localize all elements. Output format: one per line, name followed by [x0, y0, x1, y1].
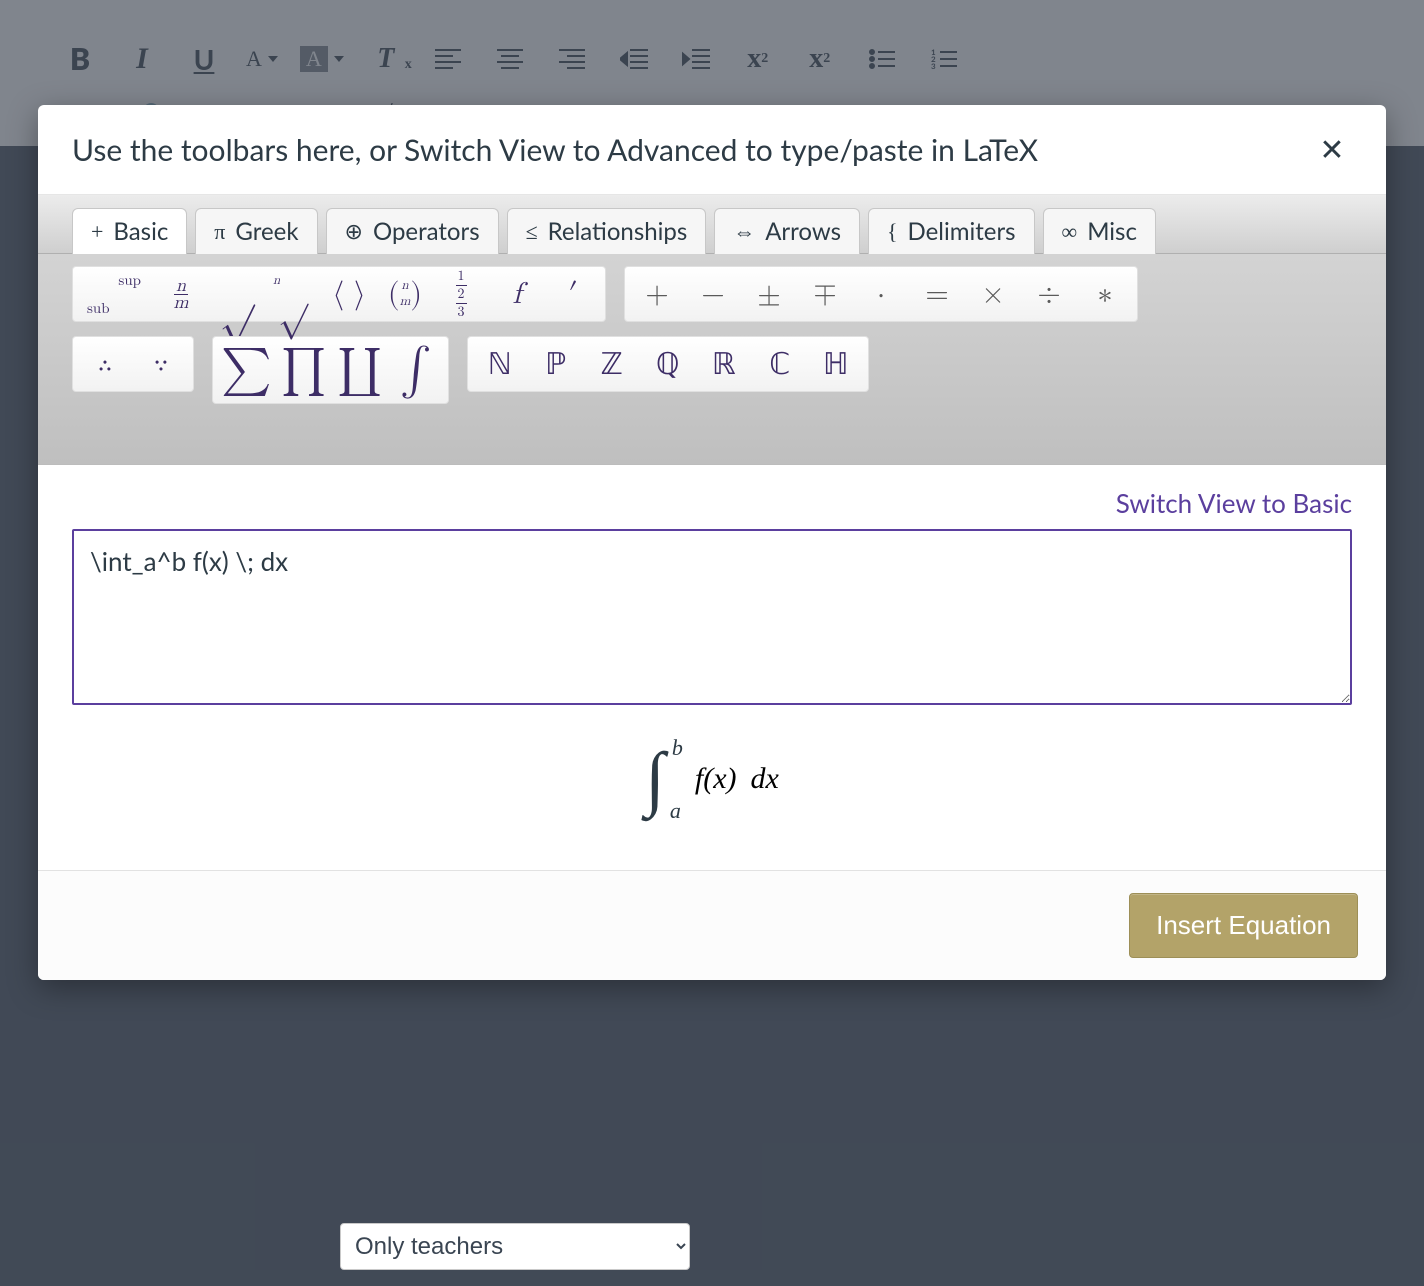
symbol-group-basic-structures: sup sub nm √ n√ ⟨ ⟩ (nm) 123 f ′ [72, 266, 606, 322]
nthroot-button[interactable]: n√ [269, 271, 317, 317]
stacked-fraction-button[interactable]: 123 [437, 271, 485, 317]
equation-editor-modal: Use the toolbars here, or Switch View to… [38, 105, 1386, 980]
integers-button[interactable]: ℤ [588, 341, 636, 387]
symbol-tabs: +Basic πGreek ⊕Operators ≤Relationships … [38, 195, 1386, 254]
symbol-group-big-operators: ∑ ∏ ∐ ∫ [212, 336, 449, 404]
close-icon[interactable]: ✕ [1312, 131, 1352, 168]
plusminus-button[interactable]: ± [745, 271, 793, 317]
integral-button[interactable]: ∫ [392, 347, 440, 393]
modal-title: Use the toolbars here, or Switch View to… [72, 132, 1038, 168]
prime-button[interactable]: ′ [549, 271, 597, 317]
equals-button[interactable]: = [913, 271, 961, 317]
minus-button[interactable]: − [689, 271, 737, 317]
visibility-select[interactable]: Only teachers [340, 1223, 690, 1270]
function-f-button[interactable]: f [493, 271, 541, 317]
preview-body: f(x) [695, 762, 737, 796]
subscript-superscript-button[interactable]: sup sub [81, 271, 149, 317]
minusplus-button[interactable]: ∓ [801, 271, 849, 317]
fraction-button[interactable]: nm [157, 271, 205, 317]
reals-button[interactable]: ℝ [700, 341, 748, 387]
times-button[interactable]: × [969, 271, 1017, 317]
angle-brackets-button[interactable]: ⟨ ⟩ [325, 271, 373, 317]
tab-misc[interactable]: ∞Misc [1043, 208, 1156, 254]
complex-button[interactable]: ℂ [756, 341, 804, 387]
sum-button[interactable]: ∑ [221, 347, 272, 393]
naturals-button[interactable]: ℕ [476, 341, 524, 387]
cdot-button[interactable]: · [857, 271, 905, 317]
tab-relationships[interactable]: ≤Relationships [507, 208, 707, 254]
tab-delimiters[interactable]: {Delimiters [868, 208, 1035, 254]
latex-input[interactable] [72, 529, 1352, 705]
rationals-button[interactable]: ℚ [644, 341, 692, 387]
primes-button[interactable]: ℙ [532, 341, 580, 387]
preview-dx: dx [751, 762, 779, 796]
quaternions-button[interactable]: ℍ [812, 341, 860, 387]
tab-basic[interactable]: +Basic [72, 208, 187, 254]
divide-button[interactable]: ÷ [1025, 271, 1073, 317]
sqrt-button[interactable]: √ [213, 271, 261, 317]
switch-view-link[interactable]: Switch View to Basic [72, 487, 1352, 519]
equation-preview: ∫ba f(x) dx [72, 709, 1352, 860]
coproduct-button[interactable]: ∐ [336, 347, 384, 393]
binomial-button[interactable]: (nm) [381, 271, 429, 317]
insert-equation-button[interactable]: Insert Equation [1129, 893, 1358, 958]
asterisk-button[interactable]: ∗ [1081, 271, 1129, 317]
symbol-group-blackboard: ℕ ℙ ℤ ℚ ℝ ℂ ℍ [467, 336, 869, 392]
tab-operators[interactable]: ⊕Operators [326, 208, 499, 254]
tab-greek[interactable]: πGreek [195, 208, 317, 254]
visibility-select-container: Only teachers [340, 1223, 690, 1270]
therefore-button[interactable]: ∴ [81, 341, 129, 387]
symbol-group-arithmetic: + − ± ∓ · = × ÷ ∗ [624, 266, 1138, 322]
symbol-group-therefore: ∴ ∵ [72, 336, 194, 392]
tab-arrows[interactable]: ⇔Arrows [714, 208, 860, 254]
plus-button[interactable]: + [633, 271, 681, 317]
product-button[interactable]: ∏ [280, 347, 328, 393]
because-button[interactable]: ∵ [137, 341, 185, 387]
